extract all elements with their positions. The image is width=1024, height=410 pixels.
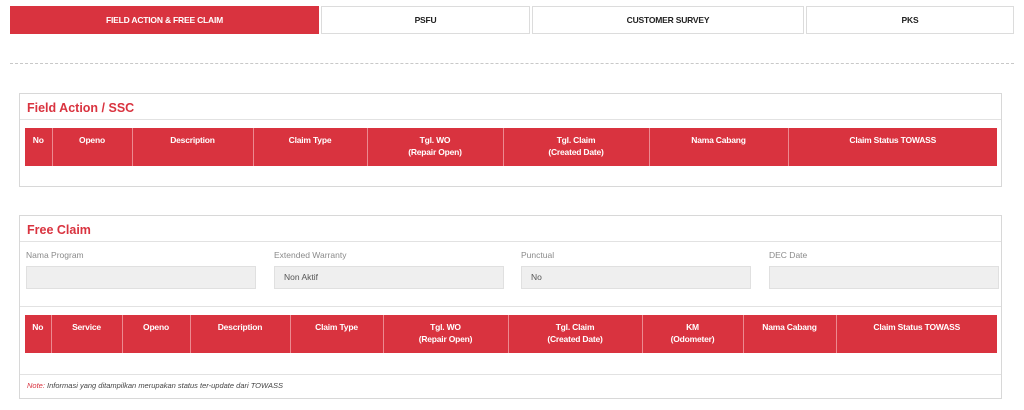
column-header-label: KM bbox=[686, 322, 699, 332]
column-header[interactable]: Description bbox=[190, 315, 291, 353]
column-header[interactable]: Nama Cabang bbox=[743, 315, 837, 353]
column-header-label: Tgl. Claim bbox=[556, 135, 596, 145]
column-header[interactable]: Openo bbox=[52, 128, 133, 166]
field-action-table: No Openo Description Claim Type Tgl. WO … bbox=[25, 128, 997, 166]
panel-title: Free Claim bbox=[27, 223, 91, 237]
column-header[interactable]: Openo bbox=[122, 315, 191, 353]
column-header[interactable]: Description bbox=[132, 128, 254, 166]
column-header-label: Tgl. WO bbox=[430, 322, 461, 332]
column-header[interactable]: No bbox=[25, 128, 53, 166]
column-header-label: Tgl. Claim bbox=[555, 322, 595, 332]
column-header-sublabel: (Odometer) bbox=[670, 334, 715, 344]
column-header[interactable]: Claim Status TOWASS bbox=[788, 128, 997, 166]
column-header[interactable]: No bbox=[25, 315, 52, 353]
title-divider bbox=[20, 241, 1001, 242]
column-header-label: Tgl. WO bbox=[419, 135, 451, 145]
extended-warranty-label: Extended Warranty bbox=[274, 250, 347, 260]
table-header-row: No Service Openo Description Claim Type … bbox=[25, 315, 997, 353]
nama-program-label: Nama Program bbox=[26, 250, 84, 260]
section-divider bbox=[20, 306, 1001, 307]
punctual-field: No bbox=[521, 266, 751, 289]
column-header[interactable]: Claim Status TOWASS bbox=[836, 315, 997, 353]
note-text: Informasi yang ditampilkan merupakan sta… bbox=[44, 381, 283, 390]
column-header[interactable]: Claim Type bbox=[290, 315, 384, 353]
free-claim-table: No Service Openo Description Claim Type … bbox=[25, 315, 997, 353]
tab-psfu[interactable]: PSFU bbox=[321, 6, 530, 34]
note-label: Note: bbox=[27, 381, 45, 390]
note: Note: Informasi yang ditampilkan merupak… bbox=[27, 381, 283, 390]
column-header[interactable]: Service bbox=[51, 315, 123, 353]
free-claim-panel: Free Claim Nama Program Extended Warrant… bbox=[19, 215, 1002, 399]
tab-field-action-free-claim[interactable]: FIELD ACTION & FREE CLAIM bbox=[10, 6, 319, 34]
column-header-sublabel: (Created Date) bbox=[547, 334, 603, 344]
field-action-panel: Field Action / SSC No Openo Description … bbox=[19, 93, 1002, 187]
note-divider bbox=[20, 374, 1001, 375]
column-header[interactable]: Tgl. WO (Repair Open) bbox=[367, 128, 504, 166]
column-header[interactable]: Nama Cabang bbox=[649, 128, 789, 166]
tab-pks[interactable]: PKS bbox=[806, 6, 1014, 34]
column-header[interactable]: Tgl. WO (Repair Open) bbox=[383, 315, 509, 353]
dec-date-label: DEC Date bbox=[769, 250, 808, 260]
column-header[interactable]: KM (Odometer) bbox=[642, 315, 744, 353]
extended-warranty-field: Non Aktif bbox=[274, 266, 504, 289]
column-header-sublabel: (Repair Open) bbox=[408, 147, 462, 157]
column-header[interactable]: Tgl. Claim (Created Date) bbox=[508, 315, 643, 353]
table-header-row: No Openo Description Claim Type Tgl. WO … bbox=[25, 128, 997, 166]
punctual-label: Punctual bbox=[521, 250, 555, 260]
column-header-sublabel: (Repair Open) bbox=[418, 334, 473, 344]
tab-customer-survey[interactable]: CUSTOMER SURVEY bbox=[532, 6, 804, 34]
column-header-sublabel: (Created Date) bbox=[548, 147, 604, 157]
tab-bar: FIELD ACTION & FREE CLAIM PSFU CUSTOMER … bbox=[10, 6, 1014, 34]
dec-date-field bbox=[769, 266, 999, 289]
divider bbox=[10, 63, 1014, 64]
panel-title: Field Action / SSC bbox=[27, 101, 135, 115]
nama-program-field bbox=[26, 266, 256, 289]
column-header[interactable]: Tgl. Claim (Created Date) bbox=[503, 128, 650, 166]
title-divider bbox=[20, 119, 1001, 120]
column-header[interactable]: Claim Type bbox=[253, 128, 368, 166]
